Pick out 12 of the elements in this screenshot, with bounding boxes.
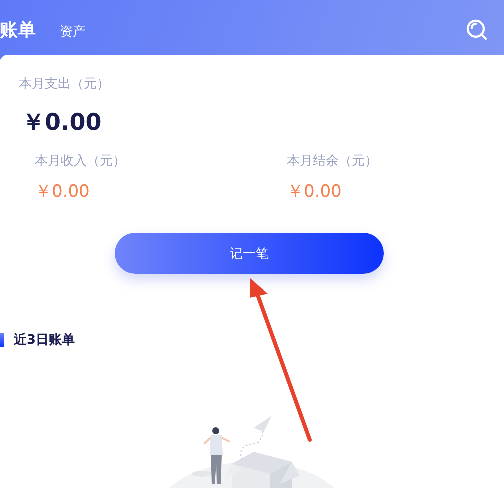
stat-label: 本月结余（元） — [287, 153, 379, 170]
stat-amount: ￥0.00 — [35, 181, 90, 203]
section-title: 近3日账单 — [14, 332, 76, 349]
expense-amount: ￥0.00 — [22, 109, 103, 138]
section-marker — [0, 333, 4, 347]
record-button[interactable]: 记一笔 — [115, 233, 384, 274]
tab[interactable]: 账单 — [0, 18, 36, 42]
stat-label: 本月收入（元） — [35, 153, 127, 170]
stat-amount: ￥0.00 — [287, 181, 342, 203]
search-icon[interactable] — [466, 18, 488, 40]
tab[interactable]: 资产 — [60, 22, 86, 40]
expense-label: 本月支出（元） — [19, 76, 111, 93]
